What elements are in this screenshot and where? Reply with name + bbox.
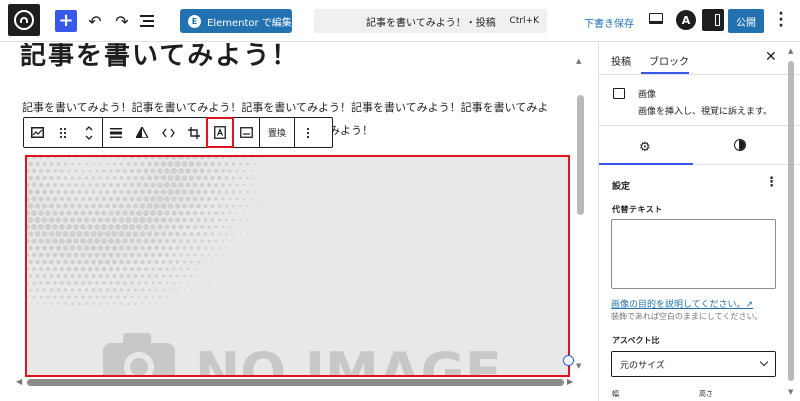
scroll-up-arrow[interactable]: ▲ xyxy=(576,57,581,65)
alt-text-input[interactable] xyxy=(611,219,776,289)
wordpress-icon xyxy=(14,10,34,30)
caption-icon[interactable] xyxy=(233,118,259,147)
save-draft-button[interactable]: 下書き保存 xyxy=(584,15,634,30)
site-logo[interactable] xyxy=(8,4,40,36)
sidebar-scroll-up-arrow[interactable]: ▲ xyxy=(788,47,793,55)
width-label: 幅 xyxy=(612,390,619,398)
list-view-icon[interactable] xyxy=(140,9,162,33)
sidebar-scrollbar[interactable] xyxy=(788,61,794,381)
document-title: 記事を書いてみよう！・投稿 xyxy=(366,17,496,29)
chevron-down-icon xyxy=(759,357,769,367)
scroll-right-arrow[interactable]: ▶ xyxy=(567,377,573,386)
image-icon xyxy=(613,88,625,99)
settings-options-icon[interactable]: ⋮ xyxy=(765,175,778,190)
active-tab-indicator xyxy=(641,72,689,74)
drag-handle-icon[interactable] xyxy=(50,118,76,147)
active-subtab-indicator xyxy=(599,163,693,165)
sidebar-scroll-down-arrow[interactable]: ▼ xyxy=(788,388,793,396)
options-more-icon[interactable]: · · · xyxy=(775,7,787,33)
text-over-image-icon[interactable] xyxy=(206,117,234,148)
replace-button[interactable]: 置換 xyxy=(260,118,294,147)
block-name: 画像 xyxy=(638,90,657,100)
gear-icon[interactable]: ⚙ xyxy=(639,140,651,155)
inspector-tabs: ⚙ xyxy=(599,127,800,165)
elementor-label: Elementor で編集 xyxy=(207,17,292,29)
redo-icon[interactable]: ↷ xyxy=(111,9,133,33)
resize-handle[interactable] xyxy=(563,355,574,366)
scroll-left-arrow[interactable]: ◀ xyxy=(16,377,22,386)
astra-settings-icon[interactable]: A xyxy=(676,10,696,30)
horizontal-scrollbar[interactable] xyxy=(27,379,564,386)
insert-link-icon[interactable] xyxy=(155,118,181,147)
settings-sidebar: 投稿 ブロック ✕ 画像 画像を挿入し、視覚に訴えます。 ⚙ 設定 ⋮ 代替テキ… xyxy=(599,43,800,401)
image-block-type-icon[interactable] xyxy=(24,118,50,147)
styles-icon[interactable] xyxy=(734,139,746,151)
preview-icon[interactable] xyxy=(649,13,663,24)
no-image-text: NO IMAGE xyxy=(195,341,502,375)
block-card: 画像 画像を挿入し、視覚に訴えます。 xyxy=(599,76,800,126)
settings-heading: 設定 xyxy=(612,182,631,192)
settings-sidebar-toggle-icon[interactable] xyxy=(702,9,724,31)
editor-canvas: 記事を書いてみよう！ 記事を書いてみよう！記事を書いてみよう！記事を書いてみよう… xyxy=(0,43,598,401)
block-options-icon[interactable] xyxy=(295,118,321,147)
crop-icon[interactable] xyxy=(181,118,207,147)
document-bar[interactable]: 記事を書いてみよう！・投稿 Ctrl+K xyxy=(314,9,547,33)
height-label: 高さ xyxy=(699,390,713,398)
move-up-down-icon[interactable] xyxy=(76,118,102,147)
undo-icon[interactable]: ↶ xyxy=(84,9,106,33)
aspect-ratio-value: 元のサイズ xyxy=(620,360,665,371)
alt-text-help-link[interactable]: 画像の目的を説明してください。↗ xyxy=(611,297,753,310)
vertical-scrollbar[interactable] xyxy=(577,95,584,215)
alt-text-label: 代替テキスト xyxy=(612,205,663,214)
block-inserter-plus-icon[interactable]: + xyxy=(55,10,77,32)
no-image-placeholder: NO IMAGE xyxy=(103,333,502,375)
scroll-down-arrow[interactable]: ▼ xyxy=(576,362,581,370)
editor-top-bar: + ↶ ↷ E Elementor で編集 記事を書いてみよう！・投稿 Ctrl+… xyxy=(0,0,800,42)
elementor-icon: E xyxy=(188,14,201,28)
close-icon[interactable]: ✕ xyxy=(765,49,777,65)
block-description: 画像を挿入し、視覚に訴えます。 xyxy=(638,107,773,117)
publish-button[interactable]: 公開 xyxy=(728,9,764,33)
alt-text-help: 装飾であれば空白のままにしてください。 xyxy=(611,312,763,321)
aspect-ratio-select[interactable]: 元のサイズ xyxy=(611,351,776,377)
tab-post[interactable]: 投稿 xyxy=(611,53,631,68)
command-shortcut: Ctrl+K xyxy=(509,16,539,26)
image-block[interactable]: NO IMAGE xyxy=(25,155,570,377)
block-toolbar: 置換 xyxy=(23,117,333,148)
duotone-filter-icon[interactable] xyxy=(129,118,155,147)
aspect-ratio-label: アスペクト比 xyxy=(612,336,660,345)
elementor-edit-button[interactable]: E Elementor で編集 xyxy=(180,9,292,33)
post-title[interactable]: 記事を書いてみよう！ xyxy=(20,43,299,72)
tab-block[interactable]: ブロック xyxy=(649,53,689,68)
sidebar-tabs: 投稿 ブロック ✕ xyxy=(599,43,800,75)
align-icon[interactable] xyxy=(103,118,129,147)
